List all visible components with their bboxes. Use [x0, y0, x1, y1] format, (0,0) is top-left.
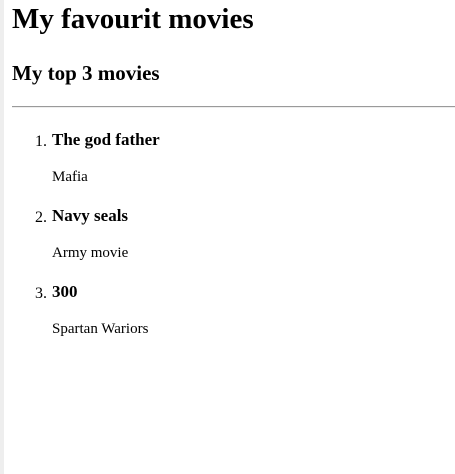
list-number: 1. [35, 133, 47, 150]
movie-list: 1. The god father Mafia 2. Navy seals Ar… [12, 129, 455, 339]
list-number: 2. [35, 209, 47, 226]
page-title: My favourit movies [12, 3, 254, 35]
movie-title: 300 [52, 282, 78, 301]
list-number: 3. [35, 285, 47, 302]
window-left-edge [0, 0, 4, 474]
movie-list-item: 3. 300 Spartan Wariors [35, 281, 455, 339]
movie-list-item: 2. Navy seals Army movie [35, 205, 455, 263]
page-subtitle: My top 3 movies [12, 61, 160, 85]
movie-description: Army movie [52, 245, 129, 261]
movie-description: Mafia [52, 169, 88, 185]
movie-title: The god father [52, 130, 160, 149]
movie-description: Spartan Wariors [52, 321, 149, 337]
movie-list-item: 1. The god father Mafia [35, 129, 455, 187]
page-content: My favourit movies My top 3 movies 1. Th… [12, 0, 455, 357]
movie-title: Navy seals [52, 206, 129, 225]
divider [12, 106, 455, 108]
